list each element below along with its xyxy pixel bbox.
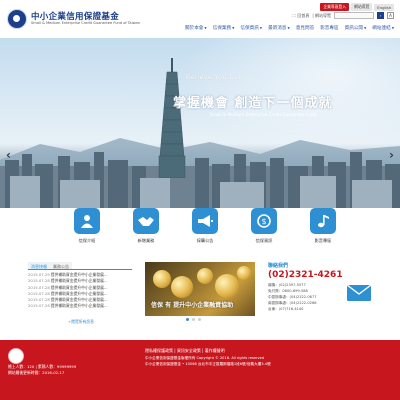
chevron-down-icon: ▼: [391, 26, 394, 30]
list-item[interactable]: 2015.07.28提供補助資金提升中小企業發展...: [28, 303, 132, 309]
sitemap-link[interactable]: 網站導覽: [351, 3, 373, 11]
nav-item-disclosure[interactable]: 資訊公開 ▼: [345, 25, 367, 31]
tab-business-notice[interactable]: 業務公告: [50, 262, 72, 269]
member-login-link[interactable]: 企業專區登入: [320, 3, 350, 11]
quick-link-media[interactable]: 影音專區: [303, 208, 343, 244]
banner-headline: 掌握機會 創造下一個成就: [173, 96, 333, 111]
nav-item-info[interactable]: 信保資訊 ▼: [240, 25, 262, 31]
chevron-down-icon: ▼: [204, 26, 207, 30]
banner-tagline: Believe You Can: [186, 74, 243, 81]
chevron-down-icon: ▼: [259, 26, 263, 30]
envelope-icon[interactable]: [346, 282, 372, 302]
chevron-down-icon: ▼: [363, 26, 367, 30]
search-input[interactable]: [334, 12, 374, 19]
contact-panel: 聯絡我們 (02)2321-4261 總機：(02)2397-5577 免付費：…: [268, 262, 374, 324]
feature-slide[interactable]: 信保 有 提升中小企業融資協助: [145, 262, 255, 316]
news-tabs: 消息快報 業務公告: [28, 262, 132, 270]
quick-link-business[interactable]: 新增業務: [126, 208, 166, 244]
handshake-icon: [133, 208, 159, 234]
coins-icon: $: [251, 208, 277, 234]
banner-prev-button[interactable]: ‹: [6, 148, 11, 162]
megaphone-icon: [192, 208, 218, 234]
org-name-en: Small & Medium Enterprise Credit Guarant…: [31, 21, 141, 25]
footer-address: 中小企業信用保證基金 • 10066 台北市中正區羅斯福路1段6號/信義大樓3-…: [145, 361, 271, 366]
copyright: 中小企業信用保證基金版權所有 Copyright © 2016. All rig…: [145, 356, 265, 360]
search-row: ::: 回首頁 | 網站導覽 › A: [292, 12, 394, 19]
search-button[interactable]: ›: [377, 12, 384, 19]
quick-link-info[interactable]: $ 信保資訊: [244, 208, 284, 244]
sitemap-text-link[interactable]: | 網站導覽: [312, 13, 331, 19]
site-footer: 總上人數：120 | 累積人數：99999999 網站最後更新時間：2016-0…: [0, 340, 400, 400]
nav-item-media[interactable]: 影音專區: [320, 25, 338, 31]
chevron-down-icon: ▼: [287, 26, 290, 30]
footer-logo-icon: [8, 348, 24, 364]
gold-coin-icon: [215, 274, 239, 298]
contact-title: 聯絡我們: [268, 263, 289, 269]
hero-banner[interactable]: Believe You Can 掌握機會 創造下一個成就 Small & Med…: [0, 38, 400, 208]
top-links: 企業專區登入 網站導覽 English: [320, 3, 394, 11]
footer-right: 隱私權保護政策 | 資訊安全政策 | 著作權聲明 中小企業信用保證基金版權所有 …: [145, 348, 271, 367]
quick-link-procurement[interactable]: 採購公告: [185, 208, 225, 244]
quick-links: 信保介紹 新增業務 採購公告 $ 信保資訊 影音專區: [0, 208, 400, 258]
nav-item-about[interactable]: 關於本會 ▼: [185, 25, 207, 31]
carousel-dot[interactable]: [198, 318, 201, 321]
main-nav: 關於本會 ▼ 信保業務 ▼ 信保資訊 ▼ 最新消息 ▼ 意見問答 影音專區 資訊公開 ▼ …: [185, 25, 394, 31]
tab-news-flash[interactable]: 消息快報: [28, 262, 50, 269]
gold-coin-icon: [153, 270, 171, 288]
gold-coin-icon: [237, 266, 251, 280]
banner-subtitle: Small & Medium Enterprise Credit Guarant…: [210, 112, 317, 117]
gold-coin-icon: [197, 268, 213, 284]
logo-icon[interactable]: [7, 9, 27, 29]
contact-phone[interactable]: (02)2321-4261: [268, 270, 374, 280]
news-list: 2015.07.29提供補助資金提升中小企業發展... 2015.07.28提供…: [28, 272, 132, 310]
nav-item-links[interactable]: 網站連結 ▼: [372, 25, 394, 31]
nav-item-business[interactable]: 信保業務 ▼: [213, 25, 235, 31]
news-panel: 消息快報 業務公告 2015.07.29提供補助資金提升中小企業發展... 20…: [28, 262, 132, 324]
banner-next-button[interactable]: ›: [389, 148, 394, 162]
svg-text:$: $: [261, 217, 266, 226]
gold-coin-icon: [171, 276, 193, 298]
site-header: 中小企業信用保證基金 Small & Medium Enterprise Cre…: [0, 0, 400, 38]
carousel-dots: [186, 318, 201, 321]
carousel-dot[interactable]: [192, 318, 195, 321]
quick-link-intro[interactable]: 信保介紹: [67, 208, 107, 244]
font-size-button[interactable]: A: [387, 12, 394, 19]
last-updated: 網站最後更新時間：2016-02-17: [8, 370, 65, 375]
taipei-101-tower: [158, 58, 186, 178]
english-link[interactable]: English: [374, 3, 394, 11]
nav-item-faq[interactable]: 意見問答: [296, 25, 314, 31]
carousel-dot[interactable]: [186, 318, 189, 321]
music-note-icon: [310, 208, 336, 234]
footer-policy-links[interactable]: 隱私權保護政策 | 資訊安全政策 | 著作權聲明: [145, 348, 271, 354]
chevron-down-icon: ▼: [232, 26, 235, 30]
footer-left: 總上人數：120 | 累積人數：99999999 網站最後更新時間：2016-0…: [8, 348, 76, 376]
home-link[interactable]: ::: 回首頁: [292, 13, 309, 19]
feature-caption: 信保 有 提升中小企業融資協助: [151, 302, 234, 309]
news-more-link[interactable]: +閱覽所有訊息: [68, 319, 94, 325]
city-skyline: [0, 152, 400, 208]
person-icon: [74, 208, 100, 234]
nav-item-news[interactable]: 最新消息 ▼: [268, 25, 290, 31]
